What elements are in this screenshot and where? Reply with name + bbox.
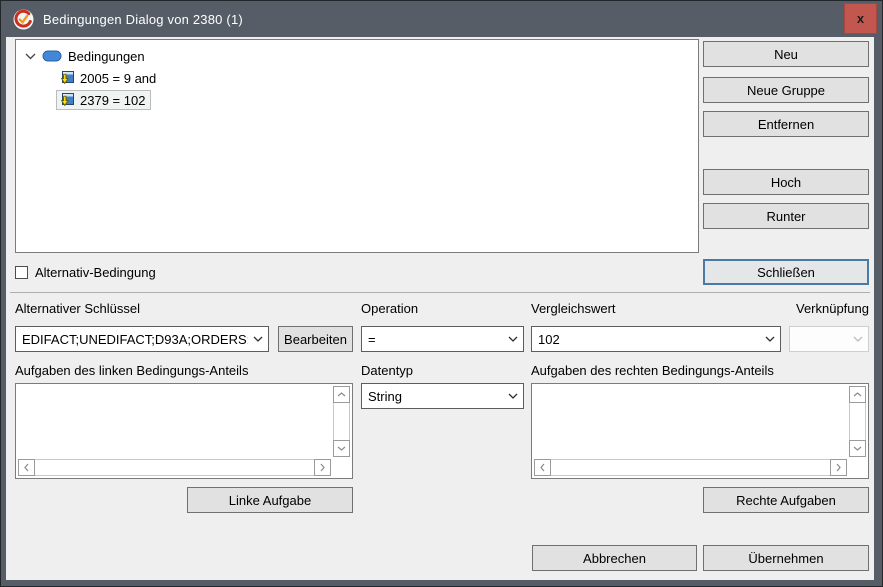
vergleichswert-combobox[interactable]: 102 (531, 326, 781, 352)
rechte-aufgaben-button[interactable]: Rechte Aufgaben (703, 487, 869, 513)
chevron-right-icon[interactable] (314, 459, 331, 476)
scrollbar-track[interactable] (551, 459, 830, 476)
chevron-down-icon[interactable] (23, 53, 37, 60)
tree-root-label: Bedingungen (68, 49, 145, 64)
neu-button[interactable]: Neu (703, 41, 869, 67)
window-title: Bedingungen Dialog von 2380 (1) (43, 12, 243, 27)
vergleichswert-value: 102 (538, 332, 760, 347)
alternativer-schluessel-label: Alternativer Schlüssel (15, 301, 140, 316)
tree-item[interactable]: 2379 = 102 (56, 89, 698, 111)
alternativer-schluessel-value: EDIFACT;UNEDIFACT;D93A;ORDERS;D (22, 332, 248, 347)
chevron-down-icon[interactable] (503, 336, 523, 342)
uebernehmen-button[interactable]: Übernehmen (703, 545, 869, 571)
left-tasks-label: Aufgaben des linken Bedingungs-Anteils (15, 363, 248, 378)
chevron-down-icon[interactable] (760, 336, 780, 342)
horizontal-scrollbar[interactable] (534, 459, 847, 476)
chevron-left-icon[interactable] (18, 459, 35, 476)
alternativer-schluessel-combobox[interactable]: EDIFACT;UNEDIFACT;D93A;ORDERS;D (15, 326, 269, 352)
operation-label: Operation (361, 301, 418, 316)
tree-item[interactable]: 2005 = 9 and (56, 67, 698, 89)
vertical-scrollbar[interactable] (849, 386, 866, 457)
app-logo-icon (13, 9, 34, 30)
alternativ-bedingung-checkbox[interactable] (15, 266, 28, 279)
datentyp-combobox[interactable]: String (361, 383, 524, 409)
verknuepfung-label: Verknüpfung (796, 301, 869, 316)
dialog-content: Bedingungen 2005 = 9 and (6, 37, 874, 580)
datentyp-label: Datentyp (361, 363, 413, 378)
separator-line (10, 292, 870, 293)
chevron-down-icon[interactable] (333, 440, 350, 457)
condition-arrow-icon (59, 70, 75, 86)
alternativ-bedingung-row[interactable]: Alternativ-Bedingung (15, 265, 156, 280)
chevron-up-icon[interactable] (849, 386, 866, 403)
neue-gruppe-button[interactable]: Neue Gruppe (703, 77, 869, 103)
group-pill-icon (42, 49, 62, 63)
entfernen-button[interactable]: Entfernen (703, 111, 869, 137)
tree-item-selected-box[interactable]: 2379 = 102 (56, 90, 151, 110)
close-button[interactable]: x (844, 3, 877, 34)
runter-button[interactable]: Runter (703, 203, 869, 229)
datentyp-value: String (368, 389, 503, 404)
vertical-scrollbar[interactable] (333, 386, 350, 457)
schliessen-button[interactable]: Schließen (703, 259, 869, 285)
verknuepfung-combobox (789, 326, 869, 352)
scrollbar-track[interactable] (333, 403, 350, 440)
horizontal-scrollbar[interactable] (18, 459, 331, 476)
bearbeiten-button[interactable]: Bearbeiten (278, 326, 353, 352)
operation-combobox[interactable]: = (361, 326, 524, 352)
abbrechen-button[interactable]: Abbrechen (532, 545, 697, 571)
chevron-down-icon[interactable] (248, 336, 268, 342)
vergleichswert-label: Vergleichswert (531, 301, 616, 316)
chevron-down-icon (848, 336, 868, 342)
condition-arrow-icon (59, 92, 75, 108)
hoch-button[interactable]: Hoch (703, 169, 869, 195)
chevron-up-icon[interactable] (333, 386, 350, 403)
dialog-window: Bedingungen Dialog von 2380 (1) x Beding… (0, 0, 883, 587)
operation-value: = (368, 332, 503, 347)
tree-item-label: 2379 = 102 (80, 93, 145, 108)
linke-aufgabe-button[interactable]: Linke Aufgabe (187, 487, 353, 513)
scrollbar-track[interactable] (849, 403, 866, 440)
tree-item-label: 2005 = 9 and (80, 71, 156, 86)
left-tasks-listbox[interactable] (15, 383, 353, 479)
titlebar[interactable]: Bedingungen Dialog von 2380 (1) x (1, 1, 882, 37)
chevron-down-icon[interactable] (503, 393, 523, 399)
chevron-left-icon[interactable] (534, 459, 551, 476)
tree-root-row[interactable]: Bedingungen (16, 45, 698, 67)
chevron-down-icon[interactable] (849, 440, 866, 457)
alternativ-bedingung-label: Alternativ-Bedingung (35, 265, 156, 280)
chevron-right-icon[interactable] (830, 459, 847, 476)
conditions-tree[interactable]: Bedingungen 2005 = 9 and (15, 39, 699, 253)
right-tasks-listbox[interactable] (531, 383, 869, 479)
right-tasks-label: Aufgaben des rechten Bedingungs-Anteils (531, 363, 774, 378)
scrollbar-track[interactable] (35, 459, 314, 476)
